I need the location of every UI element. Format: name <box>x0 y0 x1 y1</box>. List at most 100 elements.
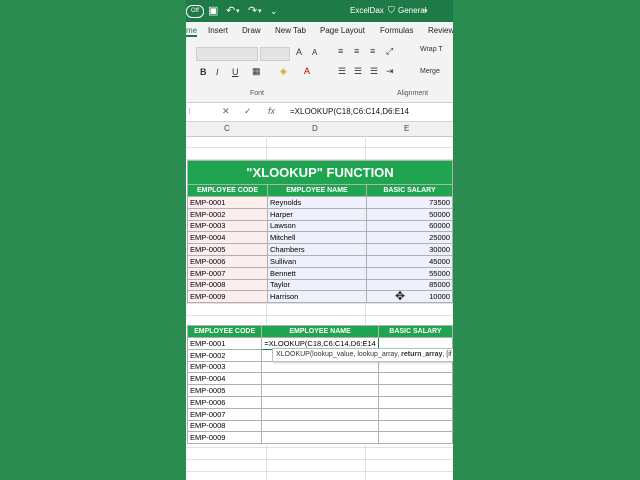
align-center-icon[interactable]: ☰ <box>354 66 362 77</box>
font-name-box[interactable] <box>196 47 258 61</box>
header-basic-salary[interactable]: BASIC SALARY <box>377 325 453 338</box>
employee-name-cell[interactable] <box>261 372 379 386</box>
employee-code-cell[interactable]: EMP-0005 <box>186 384 263 397</box>
salary-cell[interactable] <box>377 372 453 386</box>
salary-cell[interactable]: 73500 <box>366 196 453 209</box>
employee-name-cell[interactable]: Bennett <box>267 266 367 280</box>
employee-name-cell[interactable] <box>261 419 379 433</box>
salary-cell[interactable] <box>377 407 453 421</box>
decrease-font-icon[interactable]: A <box>312 48 317 57</box>
employee-name-cell[interactable]: Mitchell <box>267 231 367 245</box>
fill-color-icon[interactable]: ◈ <box>280 66 287 77</box>
salary-cell[interactable] <box>377 419 453 433</box>
tab-review[interactable]: Review <box>428 26 453 35</box>
salary-cell[interactable] <box>377 360 453 374</box>
redo-icon[interactable]: ↷ <box>248 4 257 17</box>
column-header-d[interactable]: D <box>312 124 318 133</box>
tab-home[interactable]: me <box>186 26 198 37</box>
header-employee-code[interactable]: EMPLOYEE CODE <box>187 184 268 197</box>
tab-page-layout[interactable]: Page Layout <box>320 26 365 35</box>
column-header-e[interactable]: E <box>404 124 409 133</box>
sensitivity-label[interactable]: General <box>398 6 426 15</box>
table-title[interactable]: "XLOOKUP" FUNCTION <box>187 160 453 185</box>
header-employee-name[interactable]: EMPLOYEE NAME <box>267 184 367 197</box>
insert-function-icon[interactable]: fx <box>268 106 275 116</box>
employee-code-cell[interactable]: EMP-0006 <box>186 395 263 409</box>
bold-button[interactable]: B <box>200 67 207 77</box>
employee-code-cell[interactable]: EMP-0001 <box>187 196 268 209</box>
font-size-box[interactable] <box>260 47 290 61</box>
tooltip-current-argument[interactable]: return_array <box>401 351 442 358</box>
font-color-icon[interactable]: A <box>304 66 310 76</box>
chevron-down-icon[interactable]: ▾ <box>424 7 428 15</box>
employee-name-cell[interactable] <box>261 384 379 397</box>
employee-name-cell[interactable]: Harrison <box>267 290 367 304</box>
employee-code-cell[interactable]: EMP-0004 <box>187 231 268 245</box>
increase-font-icon[interactable]: A <box>296 47 302 57</box>
employee-code-cell[interactable]: EMP-0008 <box>187 278 268 292</box>
salary-cell[interactable]: 50000 <box>366 207 453 221</box>
employee-code-cell[interactable]: EMP-0002 <box>186 348 263 362</box>
employee-name-cell[interactable]: Sullivan <box>267 254 367 268</box>
employee-code-cell[interactable]: EMP-0007 <box>187 266 268 280</box>
header-employee-name[interactable]: EMPLOYEE NAME <box>261 325 379 338</box>
employee-code-cell[interactable]: EMP-0002 <box>187 207 268 221</box>
customize-toolbar-icon[interactable]: ⌄ <box>270 6 278 17</box>
align-middle-icon[interactable]: ≡ <box>354 46 359 56</box>
enter-icon[interactable]: ✓ <box>244 106 252 117</box>
employee-name-cell[interactable]: Chambers <box>267 243 367 256</box>
merge-center-button[interactable]: Merge <box>420 68 440 75</box>
align-top-icon[interactable]: ≡ <box>338 46 343 56</box>
tab-formulas[interactable]: Formulas <box>380 26 413 35</box>
align-right-icon[interactable]: ☰ <box>370 66 378 77</box>
formula-input[interactable]: =XLOOKUP(C18,C6:C14,D6:E14 <box>290 107 409 116</box>
italic-button[interactable]: I <box>216 67 219 77</box>
redo-dropdown-icon[interactable]: ▾ <box>258 7 262 15</box>
wrap-text-button[interactable]: Wrap T <box>420 46 443 53</box>
employee-name-cell[interactable] <box>261 360 379 374</box>
employee-code-cell[interactable]: EMP-0004 <box>186 372 263 386</box>
employee-name-cell[interactable] <box>261 431 379 445</box>
align-left-icon[interactable]: ☰ <box>338 66 346 77</box>
salary-cell[interactable]: 10000 <box>366 290 453 304</box>
employee-code-cell[interactable]: EMP-0007 <box>186 407 263 421</box>
tab-insert[interactable]: Insert <box>208 26 228 35</box>
undo-dropdown-icon[interactable]: ▾ <box>236 7 240 15</box>
employee-code-cell[interactable]: EMP-0009 <box>187 290 268 304</box>
employee-code-cell[interactable]: EMP-0005 <box>187 243 268 256</box>
salary-cell[interactable] <box>377 431 453 445</box>
employee-code-cell[interactable]: EMP-0003 <box>186 360 263 374</box>
cancel-icon[interactable]: ✕ <box>222 106 230 117</box>
salary-cell[interactable]: 25000 <box>366 231 453 245</box>
header-basic-salary[interactable]: BASIC SALARY <box>366 184 453 197</box>
employee-code-cell[interactable]: EMP-0006 <box>187 254 268 268</box>
employee-name-cell[interactable]: Harper <box>267 207 367 221</box>
salary-cell[interactable]: 60000 <box>366 219 453 233</box>
autosave-toggle[interactable]: Off <box>186 5 204 18</box>
tab-new-tab[interactable]: New Tab <box>275 26 306 35</box>
salary-cell[interactable]: 55000 <box>366 266 453 280</box>
save-icon[interactable]: ▣ <box>208 4 218 17</box>
employee-name-cell[interactable]: Taylor <box>267 278 367 292</box>
align-bottom-icon[interactable]: ≡ <box>370 46 375 56</box>
salary-cell[interactable]: 30000 <box>366 243 453 256</box>
employee-code-cell[interactable]: EMP-0009 <box>186 431 263 445</box>
indent-icon[interactable]: ⇥ <box>386 66 394 77</box>
employee-code-cell[interactable]: EMP-0008 <box>186 419 263 433</box>
salary-cell[interactable]: 85000 <box>366 278 453 292</box>
employee-name-cell[interactable]: Reynolds <box>267 196 367 209</box>
name-box-dropdown-icon[interactable]: ⁝ <box>188 106 191 117</box>
tab-draw[interactable]: Draw <box>242 26 261 35</box>
column-header-c[interactable]: C <box>224 124 230 133</box>
employee-name-cell[interactable]: Lawson <box>267 219 367 233</box>
employee-name-cell[interactable] <box>261 395 379 409</box>
employee-code-cell[interactable]: EMP-0003 <box>187 219 268 233</box>
underline-button[interactable]: U <box>232 67 239 77</box>
employee-name-cell[interactable] <box>261 407 379 421</box>
salary-cell[interactable] <box>377 395 453 409</box>
orientation-icon[interactable]: ⤢ <box>386 46 393 57</box>
header-employee-code[interactable]: EMPLOYEE CODE <box>186 325 263 338</box>
undo-icon[interactable]: ↶ <box>226 4 235 17</box>
employee-code-cell[interactable]: EMP-0001 <box>186 337 263 350</box>
salary-cell[interactable]: 45000 <box>366 254 453 268</box>
